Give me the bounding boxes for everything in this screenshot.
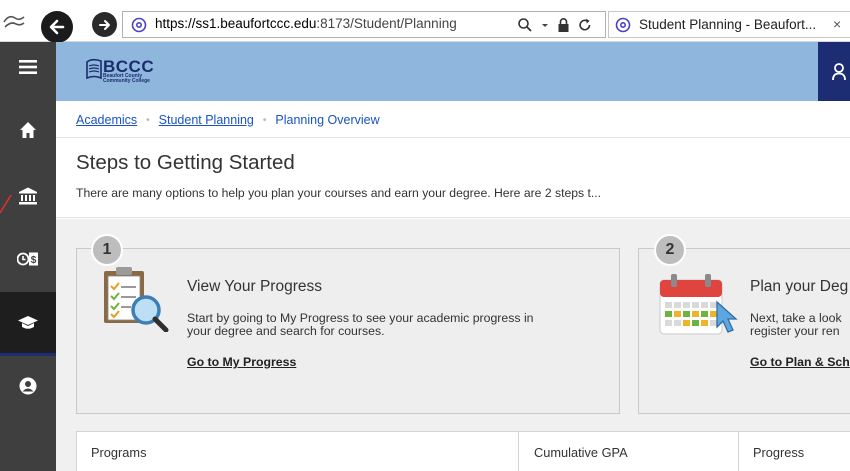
page-title: Steps to Getting Started — [76, 151, 295, 174]
user-menu-button[interactable] — [818, 42, 850, 101]
card-description-line2: your degree and search for courses. — [187, 324, 385, 338]
finance-clock-dollar-icon: $ — [17, 252, 38, 266]
back-icon — [49, 19, 65, 35]
address-bar-tools — [517, 16, 593, 34]
home-icon — [20, 122, 36, 138]
card-title: View Your Progress — [187, 278, 322, 295]
search-icon[interactable] — [517, 17, 533, 33]
breadcrumb: Academics • Student Planning • Planning … — [76, 113, 380, 127]
page-subtitle: There are many options to help you plan … — [76, 186, 602, 200]
step-number-badge: 2 — [654, 234, 686, 266]
address-bar[interactable]: https://ss1.beaufortccc.edu:8173/Student… — [122, 11, 606, 38]
hamburger-menu-icon — [19, 60, 37, 74]
card-description-line2: register your ren — [750, 324, 840, 338]
breadcrumb-separator: • — [262, 114, 267, 126]
menu-button[interactable] — [0, 42, 56, 92]
nav-item-finance[interactable]: $ — [0, 231, 56, 287]
user-icon — [832, 62, 846, 80]
nav-item-home[interactable] — [0, 102, 56, 158]
go-to-my-progress-link[interactable]: Go to My Progress — [187, 355, 296, 369]
college-logo[interactable]: BCCC Beaufort County Community College — [86, 57, 166, 87]
lock-icon[interactable] — [557, 17, 570, 33]
breadcrumb-student-planning[interactable]: Student Planning — [159, 113, 254, 127]
column-header-programs[interactable]: Programs — [77, 432, 519, 471]
breadcrumb-academics[interactable]: Academics — [76, 113, 137, 127]
refresh-icon[interactable] — [577, 17, 593, 33]
column-header-cumulative-gpa[interactable]: Cumulative GPA — [519, 432, 739, 471]
institution-icon — [19, 187, 37, 205]
edge-logo-icon — [3, 15, 25, 28]
tab-close-button[interactable]: × — [833, 16, 841, 32]
logo-subtext-2: Community College — [103, 78, 150, 84]
forward-button[interactable] — [92, 12, 117, 37]
graduation-cap-icon — [18, 315, 38, 329]
step-number-badge: 1 — [91, 234, 123, 266]
svg-text:$: $ — [31, 255, 37, 266]
browser-toolbar: https://ss1.beaufortccc.edu:8173/Student… — [0, 0, 850, 43]
app-header: BCCC Beaufort County Community College — [56, 42, 850, 101]
tab-title: Student Planning - Beaufort... — [639, 17, 817, 32]
back-button[interactable] — [41, 11, 73, 43]
url-host: https://ss1.beaufortccc.edu — [155, 16, 317, 31]
site-identity-icon — [131, 17, 147, 33]
left-navigation: $ — [0, 42, 56, 471]
user-circle-icon — [19, 377, 37, 395]
card-title: Plan your Deg — [750, 278, 849, 295]
breadcrumb-separator: • — [146, 114, 150, 126]
nav-item-user-profile[interactable] — [0, 358, 56, 414]
column-header-progress[interactable]: Progress — [739, 432, 850, 471]
dropdown-icon[interactable] — [540, 20, 550, 30]
url-path: :8173/Student/Planning — [316, 16, 457, 31]
forward-icon — [98, 19, 110, 30]
site-identity-icon — [615, 17, 631, 33]
calendar-cursor-icon — [659, 274, 738, 335]
nav-item-student-planning[interactable] — [0, 292, 56, 356]
breadcrumb-planning-overview[interactable]: Planning Overview — [275, 113, 379, 127]
steps-section: Steps to Getting Started There are many … — [56, 138, 850, 218]
red-arrow-marker-icon — [0, 194, 12, 214]
clipboard-magnifier-icon — [104, 267, 169, 332]
logo-mark-icon — [86, 58, 102, 80]
go-to-plan-schedule-link[interactable]: Go to Plan & Sch — [750, 355, 850, 369]
url-text: https://ss1.beaufortccc.edu:8173/Student… — [155, 16, 457, 31]
programs-table-header: Programs Cumulative GPA Progress — [76, 431, 850, 471]
browser-tab[interactable]: Student Planning - Beaufort... × — [608, 11, 850, 38]
